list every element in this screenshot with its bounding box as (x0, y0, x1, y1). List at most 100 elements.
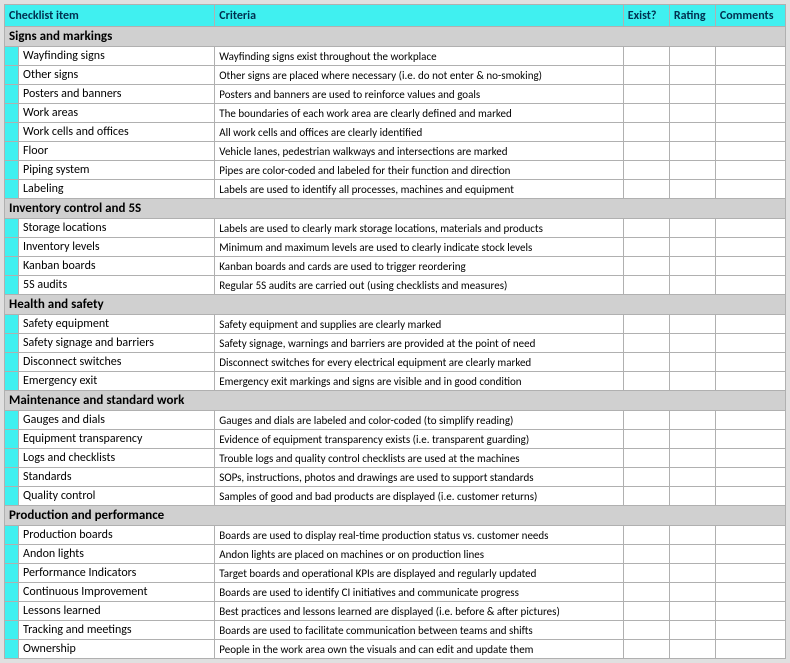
row-indent (5, 334, 19, 353)
rating-cell[interactable] (669, 430, 715, 449)
checklist-table: Checklist item Criteria Exist? Rating Co… (4, 4, 786, 659)
rating-cell[interactable] (669, 47, 715, 66)
exist-cell[interactable] (623, 123, 669, 142)
comments-cell[interactable] (715, 85, 785, 104)
rating-cell[interactable] (669, 602, 715, 621)
exist-cell[interactable] (623, 104, 669, 123)
rating-cell[interactable] (669, 238, 715, 257)
row-indent (5, 449, 19, 468)
exist-cell[interactable] (623, 487, 669, 506)
rating-cell[interactable] (669, 411, 715, 430)
rating-cell[interactable] (669, 161, 715, 180)
rating-cell[interactable] (669, 545, 715, 564)
exist-cell[interactable] (623, 640, 669, 659)
exist-cell[interactable] (623, 257, 669, 276)
comments-cell[interactable] (715, 161, 785, 180)
exist-cell[interactable] (623, 468, 669, 487)
comments-cell[interactable] (715, 526, 785, 545)
comments-cell[interactable] (715, 219, 785, 238)
exist-cell[interactable] (623, 621, 669, 640)
exist-cell[interactable] (623, 564, 669, 583)
exist-cell[interactable] (623, 449, 669, 468)
checklist-row: OwnershipPeople in the work area own the… (5, 640, 786, 659)
comments-cell[interactable] (715, 315, 785, 334)
comments-cell[interactable] (715, 66, 785, 85)
rating-cell[interactable] (669, 564, 715, 583)
comments-cell[interactable] (715, 123, 785, 142)
comments-cell[interactable] (715, 583, 785, 602)
exist-cell[interactable] (623, 602, 669, 621)
rating-cell[interactable] (669, 372, 715, 391)
rating-cell[interactable] (669, 526, 715, 545)
rating-cell[interactable] (669, 468, 715, 487)
row-indent (5, 219, 19, 238)
rating-cell[interactable] (669, 257, 715, 276)
rating-cell[interactable] (669, 180, 715, 199)
row-indent (5, 123, 19, 142)
exist-cell[interactable] (623, 276, 669, 295)
checklist-item-name: Wayfinding signs (19, 47, 215, 66)
exist-cell[interactable] (623, 372, 669, 391)
comments-cell[interactable] (715, 353, 785, 372)
checklist-item-name: Posters and banners (19, 85, 215, 104)
checklist-item-criteria: Vehicle lanes, pedestrian walkways and i… (215, 142, 624, 161)
rating-cell[interactable] (669, 353, 715, 372)
comments-cell[interactable] (715, 334, 785, 353)
exist-cell[interactable] (623, 315, 669, 334)
comments-cell[interactable] (715, 372, 785, 391)
rating-cell[interactable] (669, 449, 715, 468)
exist-cell[interactable] (623, 545, 669, 564)
comments-cell[interactable] (715, 468, 785, 487)
comments-cell[interactable] (715, 411, 785, 430)
rating-cell[interactable] (669, 123, 715, 142)
checklist-item-name: Safety signage and barriers (19, 334, 215, 353)
exist-cell[interactable] (623, 47, 669, 66)
rating-cell[interactable] (669, 142, 715, 161)
checklist-item-criteria: Safety equipment and supplies are clearl… (215, 315, 624, 334)
rating-cell[interactable] (669, 334, 715, 353)
exist-cell[interactable] (623, 238, 669, 257)
comments-cell[interactable] (715, 257, 785, 276)
comments-cell[interactable] (715, 564, 785, 583)
row-indent (5, 430, 19, 449)
exist-cell[interactable] (623, 411, 669, 430)
exist-cell[interactable] (623, 353, 669, 372)
exist-cell[interactable] (623, 219, 669, 238)
rating-cell[interactable] (669, 85, 715, 104)
exist-cell[interactable] (623, 583, 669, 602)
checklist-item-name: Floor (19, 142, 215, 161)
comments-cell[interactable] (715, 142, 785, 161)
rating-cell[interactable] (669, 583, 715, 602)
rating-cell[interactable] (669, 640, 715, 659)
comments-cell[interactable] (715, 449, 785, 468)
checklist-item-name: Tracking and meetings (19, 621, 215, 640)
exist-cell[interactable] (623, 526, 669, 545)
comments-cell[interactable] (715, 430, 785, 449)
exist-cell[interactable] (623, 334, 669, 353)
comments-cell[interactable] (715, 602, 785, 621)
exist-cell[interactable] (623, 142, 669, 161)
exist-cell[interactable] (623, 430, 669, 449)
comments-cell[interactable] (715, 487, 785, 506)
rating-cell[interactable] (669, 487, 715, 506)
rating-cell[interactable] (669, 219, 715, 238)
exist-cell[interactable] (623, 161, 669, 180)
rating-cell[interactable] (669, 66, 715, 85)
rating-cell[interactable] (669, 276, 715, 295)
comments-cell[interactable] (715, 640, 785, 659)
comments-cell[interactable] (715, 47, 785, 66)
comments-cell[interactable] (715, 545, 785, 564)
comments-cell[interactable] (715, 276, 785, 295)
exist-cell[interactable] (623, 66, 669, 85)
rating-cell[interactable] (669, 104, 715, 123)
row-indent (5, 372, 19, 391)
comments-cell[interactable] (715, 180, 785, 199)
exist-cell[interactable] (623, 85, 669, 104)
rating-cell[interactable] (669, 621, 715, 640)
comments-cell[interactable] (715, 621, 785, 640)
exist-cell[interactable] (623, 180, 669, 199)
comments-cell[interactable] (715, 238, 785, 257)
rating-cell[interactable] (669, 315, 715, 334)
comments-cell[interactable] (715, 104, 785, 123)
checklist-row: Piping systemPipes are color-coded and l… (5, 161, 786, 180)
